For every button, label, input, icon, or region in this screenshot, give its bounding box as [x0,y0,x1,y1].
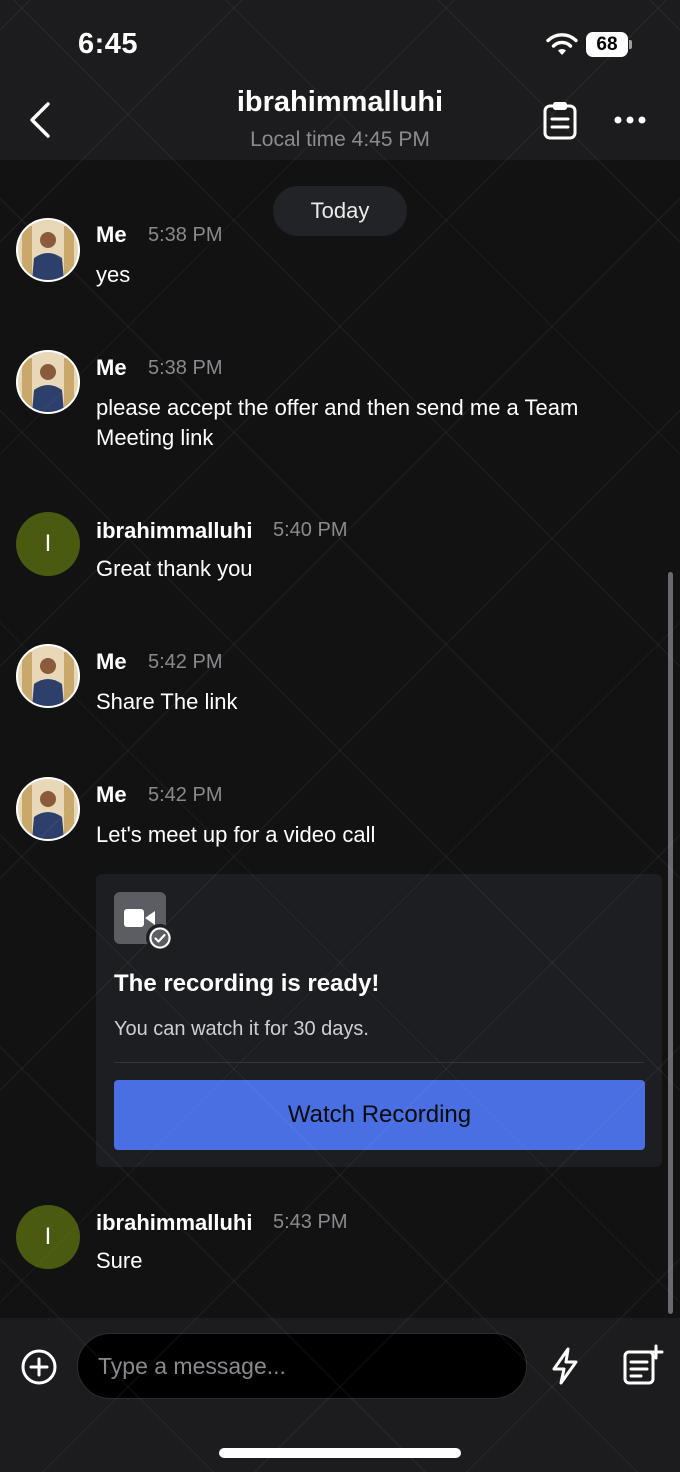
avatar[interactable]: I [16,512,80,576]
message-text: Let's meet up for a video call [96,822,376,847]
person-photo-icon [18,220,78,280]
date-separator: Today [273,186,407,236]
message-time: 5:42 PM [148,651,223,673]
watch-recording-button[interactable]: Watch Recording [114,1080,645,1150]
more-dots-icon[interactable] [612,106,648,134]
battery-nub [629,40,632,49]
note-add-icon[interactable] [622,1344,664,1386]
card-description: You can watch it for 30 days. [114,1018,369,1040]
message-text: please accept the offer and then send me… [96,395,579,450]
battery-level: 68 [586,32,628,57]
sender-name: Me [96,355,127,380]
home-indicator [219,1448,461,1458]
message-time: 5:43 PM [273,1211,348,1233]
avatar[interactable] [16,777,80,841]
message-time: 5:42 PM [148,784,223,806]
sender-name: ibrahimmalluhi [96,1210,253,1235]
sender-name: Me [96,222,127,247]
lightning-icon[interactable] [547,1346,583,1386]
avatar[interactable] [16,218,80,282]
check-circle-icon [146,924,174,952]
message-text: Sure [96,1248,143,1273]
top-bar: 6:45 68 ibrahimmalluhi Local time 4:45 P… [0,0,680,160]
battery-indicator: 68 [586,32,632,58]
message-time: 5:40 PM [273,519,348,541]
sender-name: Me [96,649,127,674]
message-time: 5:38 PM [148,224,223,246]
message-text: Great thank you [96,556,253,581]
card-title: The recording is ready! [114,970,380,997]
person-photo-icon [18,646,78,706]
plus-circle-icon[interactable] [20,1348,58,1386]
divider [114,1062,644,1063]
person-photo-icon [18,779,78,839]
recording-card: The recording is ready! You can watch it… [96,874,662,1167]
status-time: 6:45 [78,28,139,60]
wifi-icon [546,33,578,55]
clipboard-icon[interactable] [540,100,580,140]
message-input[interactable]: Type a message... [77,1333,527,1399]
avatar[interactable] [16,644,80,708]
avatar[interactable]: I [16,1205,80,1269]
message-text: Share The link [96,689,238,714]
message-text: yes [96,262,131,287]
person-photo-icon [18,352,78,412]
message-time: 5:38 PM [148,357,223,379]
sender-name: ibrahimmalluhi [96,518,253,543]
avatar[interactable] [16,350,80,414]
scrollbar[interactable] [668,572,673,1314]
sender-name: Me [96,782,127,807]
